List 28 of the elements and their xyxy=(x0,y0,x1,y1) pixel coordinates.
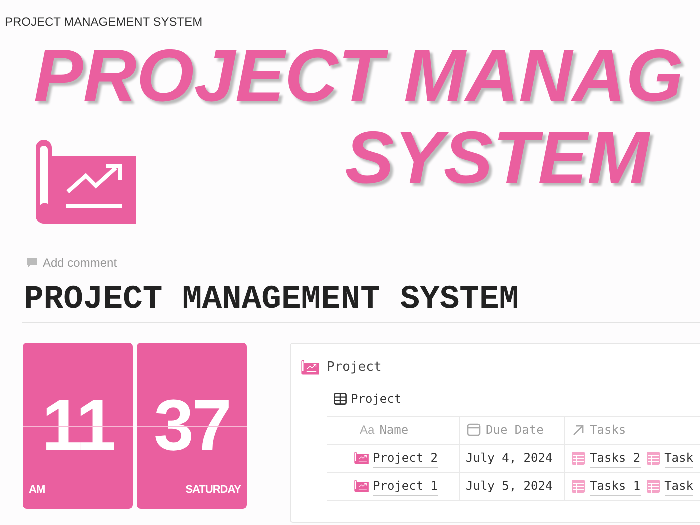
table-cell-text: July 4, 2024 xyxy=(466,450,553,467)
task-link[interactable]: Task xyxy=(664,448,694,468)
blueprint-chart-icon xyxy=(354,480,369,492)
clock-label: SATURDAY xyxy=(186,483,241,498)
window-title: PROJECT MANAGEMENT SYSTEM xyxy=(5,15,203,29)
task-link[interactable]: Task xyxy=(664,476,694,496)
calendar-icon xyxy=(467,423,481,437)
arrow-icon xyxy=(572,424,585,436)
cover-subtitle: SYSTEM xyxy=(345,118,650,198)
blueprint-chart-icon xyxy=(301,360,319,376)
comment-icon xyxy=(26,257,38,269)
cover-title: PROJECT MANAG xyxy=(34,36,684,116)
task-list-icon xyxy=(646,480,660,492)
table-cell-text: July 5, 2024 xyxy=(466,478,553,495)
row-title-link[interactable]: Project 1 xyxy=(373,476,438,496)
database-title: Project xyxy=(327,359,382,377)
row-title-link[interactable]: Project 2 xyxy=(373,448,438,468)
task-link[interactable]: Tasks 2 xyxy=(590,448,641,468)
clock-label: AM xyxy=(29,483,46,498)
blueprint-chart-icon xyxy=(354,452,369,464)
page-title: PROJECT MANAGEMENT SYSTEM xyxy=(24,280,520,320)
text-property-icon: Aa xyxy=(360,421,375,439)
task-list-icon xyxy=(572,480,585,492)
view-tab[interactable]: Project xyxy=(351,390,402,408)
table-icon xyxy=(334,392,347,404)
task-list-icon xyxy=(572,452,585,464)
task-link[interactable]: Tasks 1 xyxy=(590,476,641,496)
task-list-icon xyxy=(646,452,660,464)
